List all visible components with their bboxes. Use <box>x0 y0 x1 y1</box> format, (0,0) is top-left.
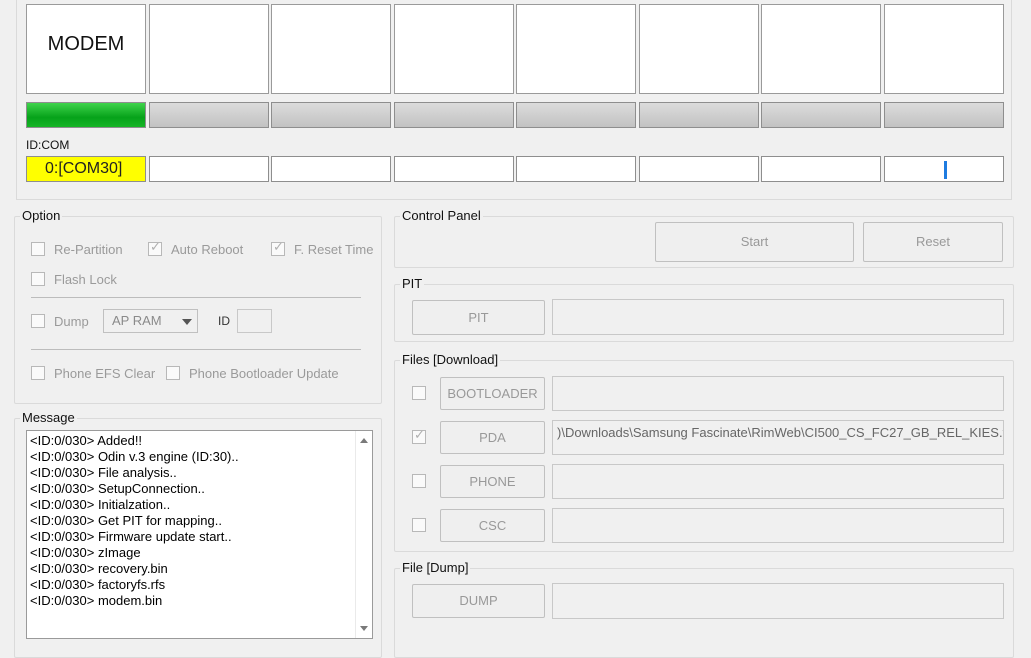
csc-path-field[interactable] <box>552 508 1004 543</box>
re-partition-checkbox[interactable] <box>31 242 45 256</box>
phone-bootloader-update-label: Phone Bootloader Update <box>189 366 339 381</box>
slot-label-1: MODEM <box>47 33 125 55</box>
f-reset-time-label: F. Reset Time <box>294 242 374 257</box>
progress-bar-8 <box>884 102 1004 128</box>
com-port-field-4 <box>394 156 514 182</box>
message-line: <ID:0/030> factoryfs.rfs <box>30 577 166 592</box>
progress-bar-4 <box>394 102 514 128</box>
auto-reboot-label: Auto Reboot <box>171 242 244 257</box>
com-port-field-5 <box>516 156 636 182</box>
flash-lock-checkbox[interactable] <box>31 272 45 286</box>
phone-path-field[interactable] <box>552 464 1004 499</box>
com-port-field-2 <box>149 156 269 182</box>
dump-button[interactable]: DUMP <box>412 584 545 618</box>
check-icon: ✓ <box>273 239 284 254</box>
message-log[interactable]: <ID:0/030> Added!! <ID:0/030> Odin v.3 en… <box>26 430 373 639</box>
slot-box-7 <box>761 4 881 94</box>
com-port-field-8 <box>884 156 1004 182</box>
phone-efs-clear-checkbox[interactable] <box>31 366 45 380</box>
f-reset-time-checkbox[interactable]: ✓ <box>271 239 285 256</box>
auto-reboot-checkbox[interactable]: ✓ <box>148 239 162 256</box>
bootloader-button[interactable]: BOOTLOADER <box>440 377 545 410</box>
progress-bar-7 <box>761 102 881 128</box>
pit-title: PIT <box>400 276 425 291</box>
csc-button[interactable]: CSC <box>440 509 545 542</box>
dump-label: Dump <box>54 314 89 329</box>
message-line: <ID:0/030> File analysis.. <box>30 465 177 480</box>
message-line: <ID:0/030> Odin v.3 engine (ID:30).. <box>30 449 239 464</box>
scroll-up-icon[interactable] <box>360 438 368 443</box>
progress-bar-1 <box>26 102 146 128</box>
dump-checkbox[interactable] <box>31 314 45 328</box>
dump-select-value: AP RAM <box>112 313 162 328</box>
slot-box-4 <box>394 4 514 94</box>
com-port-field-7 <box>761 156 881 182</box>
option-divider-2 <box>31 349 361 350</box>
progress-bar-5 <box>516 102 636 128</box>
progress-bar-6 <box>639 102 759 128</box>
slot-box-8 <box>884 4 1004 94</box>
csc-checkbox[interactable] <box>412 518 426 532</box>
message-line: <ID:0/030> Get PIT for mapping.. <box>30 513 222 528</box>
start-button[interactable]: Start <box>655 222 854 262</box>
reset-button[interactable]: Reset <box>863 222 1003 262</box>
id-label: ID <box>218 314 230 328</box>
message-line: <ID:0/030> zImage <box>30 545 141 560</box>
message-line: <ID:0/030> SetupConnection.. <box>30 481 205 496</box>
check-icon: ✓ <box>150 239 161 254</box>
message-line: <ID:0/030> Added!! <box>30 433 143 448</box>
pit-path-field[interactable] <box>552 299 1004 335</box>
control-panel-title: Control Panel <box>400 208 483 223</box>
message-line: <ID:0/030> Firmware update start.. <box>30 529 232 544</box>
bootloader-path-field[interactable] <box>552 376 1004 411</box>
message-lines: <ID:0/030> Added!! <ID:0/030> Odin v.3 en… <box>30 433 350 609</box>
message-line: <ID:0/030> recovery.bin <box>30 561 168 576</box>
progress-bar-2 <box>149 102 269 128</box>
progress-bar-3 <box>271 102 391 128</box>
slot-box-5 <box>516 4 636 94</box>
dump-path-field[interactable] <box>552 583 1004 619</box>
com-port-field-1: 0:[COM30] <box>26 156 146 182</box>
scroll-down-icon[interactable] <box>360 626 368 631</box>
phone-bootloader-update-checkbox[interactable] <box>166 366 180 380</box>
dump-select[interactable]: AP RAM <box>103 309 198 333</box>
file-dump-title: File [Dump] <box>400 560 471 575</box>
option-title: Option <box>20 208 63 223</box>
progress-fill-1 <box>27 103 145 127</box>
slot-box-3 <box>271 4 391 94</box>
com-port-field-3 <box>271 156 391 182</box>
slot-box-2 <box>149 4 269 94</box>
dump-id-input[interactable] <box>237 309 272 333</box>
chevron-down-icon <box>182 319 192 325</box>
re-partition-label: Re-Partition <box>54 242 123 257</box>
slot-box-1: MODEM <box>26 4 146 94</box>
check-icon: ✓ <box>414 427 425 442</box>
bootloader-checkbox[interactable] <box>412 386 426 400</box>
pda-button[interactable]: PDA <box>440 421 545 454</box>
message-scrollbar[interactable] <box>355 431 372 638</box>
text-cursor-icon <box>944 161 947 179</box>
files-download-title: Files [Download] <box>400 352 501 367</box>
com-port-field-6 <box>639 156 759 182</box>
phone-efs-clear-label: Phone EFS Clear <box>54 366 156 381</box>
phone-button[interactable]: PHONE <box>440 465 545 498</box>
message-title: Message <box>20 410 77 425</box>
message-line: <ID:0/030> Initialzation.. <box>30 497 171 512</box>
message-line: <ID:0/030> modem.bin <box>30 593 163 608</box>
pda-checkbox[interactable]: ✓ <box>412 427 426 444</box>
pda-path-field[interactable]: )\Downloads\Samsung Fascinate\RimWeb\CI5… <box>552 420 1004 455</box>
id-com-label: ID:COM <box>26 138 70 152</box>
slot-box-6 <box>639 4 759 94</box>
flash-lock-label: Flash Lock <box>54 272 117 287</box>
option-divider <box>31 297 361 298</box>
phone-checkbox[interactable] <box>412 474 426 488</box>
pit-button[interactable]: PIT <box>412 300 545 335</box>
